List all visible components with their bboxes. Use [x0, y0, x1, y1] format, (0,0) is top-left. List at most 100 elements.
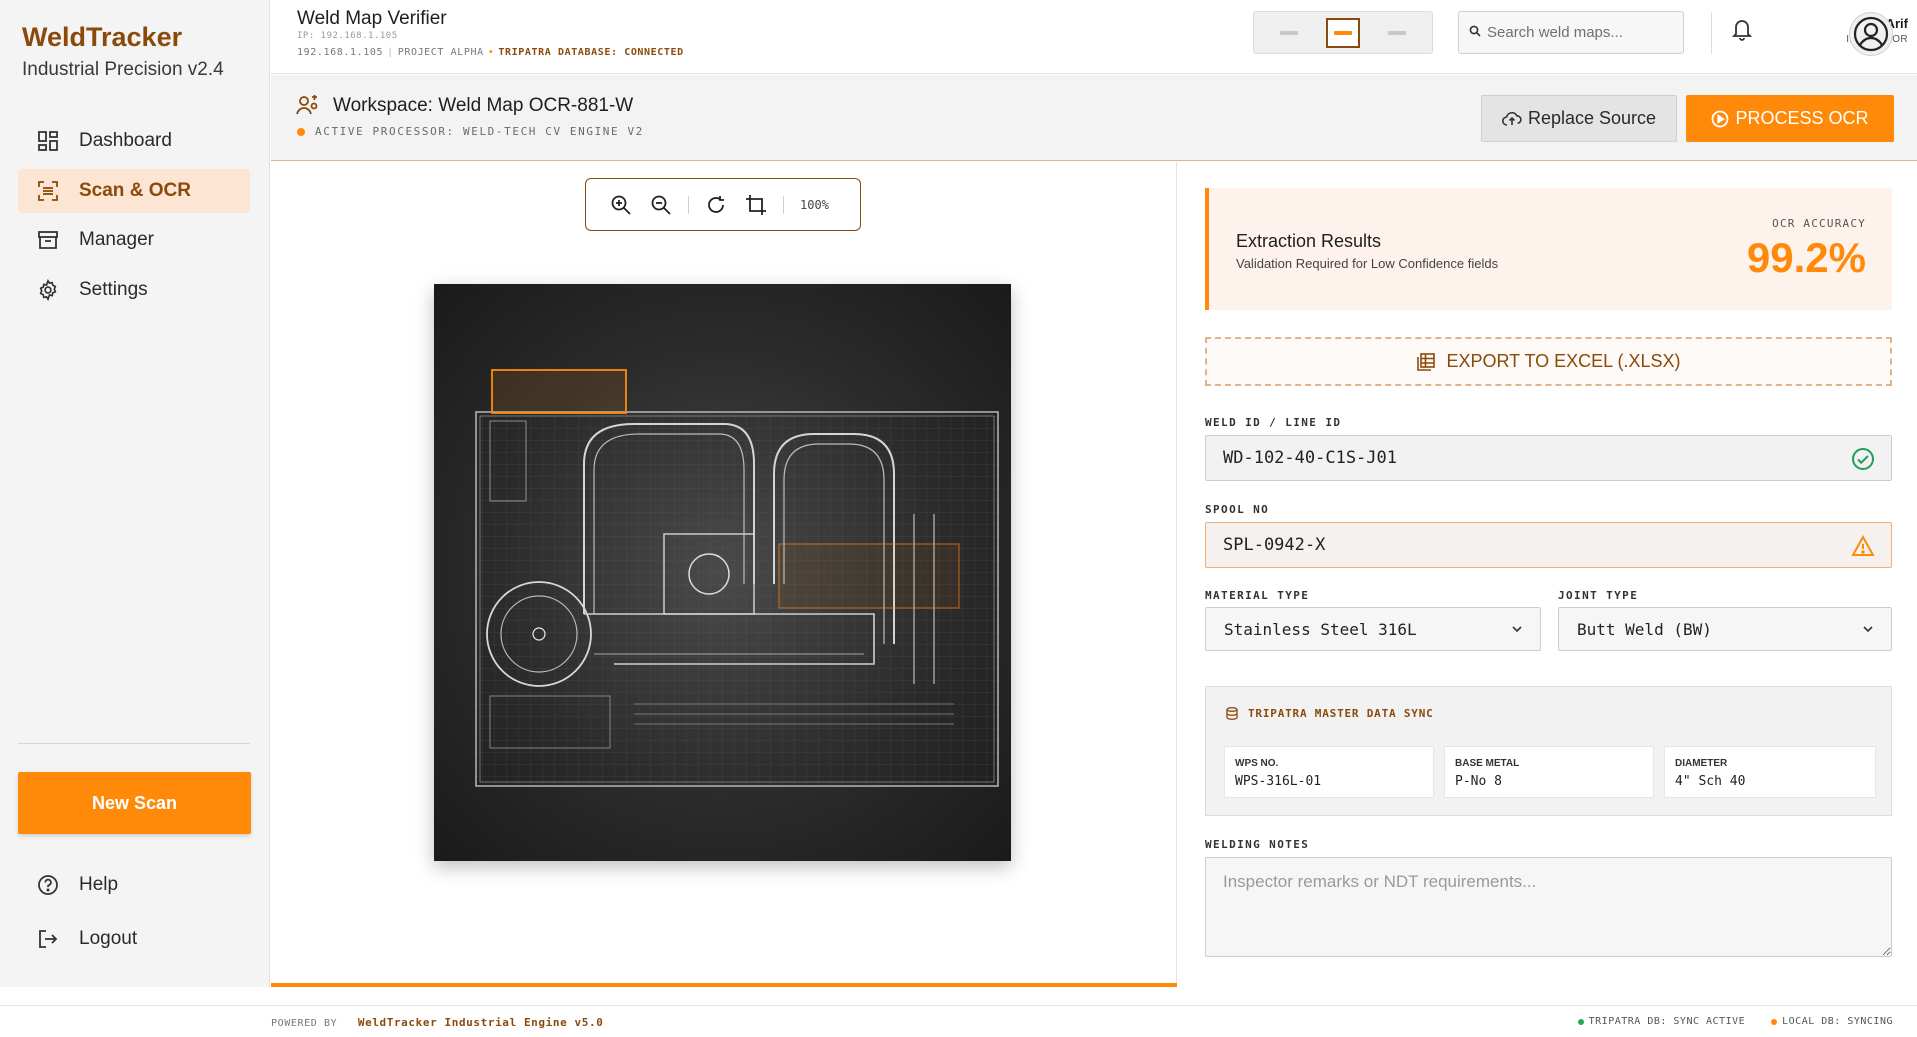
extraction-panel: Extraction Results Validation Required f…: [1178, 162, 1917, 987]
viewer-toolbar: 100%: [585, 178, 861, 231]
spool-field[interactable]: SPL-0942-X: [1205, 522, 1892, 568]
sidebar-item-label: Settings: [79, 279, 148, 300]
sidebar-item-settings[interactable]: Settings: [18, 268, 250, 312]
powered-by-label: POWERED BY: [271, 1018, 338, 1029]
sync-cell-value: WPS-316L-01: [1235, 774, 1322, 789]
help-link[interactable]: Help: [18, 865, 250, 905]
dashboard-icon: [36, 129, 60, 153]
search-box: [1458, 11, 1684, 54]
engine-name: WeldTracker Industrial Engine v5.0: [357, 1016, 604, 1029]
workers-icon: [295, 93, 321, 117]
logout-icon: [36, 927, 60, 951]
sidebar: WeldTracker Industrial Precision v2.4 Da…: [0, 0, 270, 987]
document-viewer: 100%: [271, 162, 1177, 987]
replace-source-label: Replace Source: [1527, 108, 1657, 128]
status-dot-green: [1577, 1018, 1584, 1025]
sync-title: TRIPATRA MASTER DATA SYNC: [1226, 707, 1434, 720]
search-icon: [1469, 24, 1481, 42]
ip-line: IP: 192.168.1.105: [297, 31, 398, 41]
sidebar-divider: [18, 743, 250, 744]
play-circle-icon: [1712, 110, 1729, 127]
sidebar-item-label: Manager: [79, 229, 154, 250]
sync-cell-label: DIAMETER: [1675, 758, 1728, 769]
viewer-progress-bar: [271, 983, 1177, 987]
status-dot-orange: [1771, 1018, 1778, 1025]
sidebar-item-scan-ocr[interactable]: Scan & OCR: [18, 169, 250, 213]
project-name: PROJECT ALPHA: [397, 47, 484, 58]
joint-label: JOINT TYPE: [1558, 589, 1639, 602]
help-icon: [36, 873, 60, 897]
local-sync-status: LOCAL DB: SYNCING: [1782, 1016, 1893, 1027]
app-title: Weld Map Verifier: [297, 8, 447, 29]
chevron-down-icon: [1863, 626, 1873, 633]
material-label: MATERIAL TYPE: [1205, 589, 1310, 602]
page-thumbnails: [1253, 11, 1433, 54]
toolbar-divider: [783, 195, 784, 214]
thumbnail-1[interactable]: [1272, 18, 1306, 48]
footer-status: TRIPATRA DB: SYNC ACTIVE LOCAL DB: SYNCI…: [1577, 1016, 1893, 1027]
replace-source-button[interactable]: Replace Source: [1481, 95, 1677, 142]
footer-powered-by: POWERED BY WeldTracker Industrial Engine…: [271, 1016, 603, 1029]
material-value: Stainless Steel 316L: [1224, 619, 1417, 639]
sidebar-item-manager[interactable]: Manager: [18, 218, 250, 262]
zoom-in-icon[interactable]: [608, 192, 634, 218]
process-ocr-label: PROCESS OCR: [1735, 108, 1869, 128]
processor-label: ACTIVE PROCESSOR: WELD-TECH CV ENGINE V2: [315, 125, 644, 138]
spool-value: SPL-0942-X: [1223, 535, 1326, 555]
workspace-title: Workspace: Weld Map OCR-881-W: [333, 95, 634, 116]
search-input[interactable]: [1487, 24, 1667, 41]
db-status: TRIPATRA DATABASE: CONNECTED: [498, 47, 684, 58]
chevron-down-icon: [1512, 626, 1522, 633]
new-scan-button[interactable]: New Scan: [18, 772, 251, 834]
ip-address: 192.168.1.105: [297, 47, 384, 58]
sync-cell-wps: WPS NO. WPS-316L-01: [1224, 746, 1434, 798]
avatar[interactable]: [1849, 12, 1893, 56]
notes-label: WELDING NOTES: [1205, 838, 1310, 851]
processor-status-dot: [297, 127, 305, 136]
warning-icon: [1851, 534, 1875, 558]
sync-cell-label: WPS NO.: [1235, 758, 1279, 769]
sidebar-item-dashboard[interactable]: Dashboard: [18, 119, 250, 163]
logout-link[interactable]: Logout: [18, 919, 250, 959]
material-select[interactable]: Stainless Steel 316L: [1205, 607, 1541, 651]
weld-id-label: WELD ID / LINE ID: [1205, 416, 1342, 429]
export-excel-button[interactable]: EXPORT TO EXCEL (.XLSX): [1205, 337, 1892, 386]
spreadsheet-icon: [1417, 352, 1436, 371]
extraction-results-card: Extraction Results Validation Required f…: [1205, 188, 1892, 310]
connection-meta: 192.168.1.105 | PROJECT ALPHA • TRIPATRA DAT…: [297, 47, 684, 58]
crop-icon[interactable]: [743, 192, 769, 218]
tripatra-sync-status: TRIPATRA DB: SYNC ACTIVE: [1588, 1016, 1746, 1027]
spool-label: SPOOL NO: [1205, 503, 1270, 516]
process-ocr-button[interactable]: PROCESS OCR: [1686, 95, 1894, 142]
weld-id-field[interactable]: WD-102-40-C1S-J01: [1205, 435, 1892, 481]
master-data-sync: TRIPATRA MASTER DATA SYNC WPS NO. WPS-31…: [1205, 686, 1892, 816]
logout-label: Logout: [79, 928, 138, 949]
sync-cell-diameter: DIAMETER 4" Sch 40: [1664, 746, 1876, 798]
export-label: EXPORT TO EXCEL (.XLSX): [1446, 351, 1681, 371]
welding-notes-input[interactable]: [1205, 857, 1892, 957]
sync-cell-base-metal: BASE METAL P-No 8: [1444, 746, 1654, 798]
cloud-upload-icon: [1501, 111, 1522, 126]
thumbnail-2[interactable]: [1326, 17, 1360, 48]
scan-icon: [36, 179, 60, 203]
gear-icon: [36, 278, 60, 302]
weld-map-image[interactable]: [434, 284, 1011, 861]
joint-select[interactable]: Butt Weld (BW): [1558, 607, 1892, 651]
bell-icon[interactable]: [1731, 17, 1755, 43]
sync-cell-value: 4" Sch 40: [1675, 774, 1746, 789]
header-divider: [1711, 12, 1712, 54]
active-processor: ACTIVE PROCESSOR: WELD-TECH CV ENGINE V2: [297, 125, 644, 138]
zoom-out-icon[interactable]: [648, 192, 674, 218]
check-circle-icon: [1851, 447, 1875, 471]
toolbar-divider: [688, 195, 689, 214]
database-icon: [1226, 707, 1238, 720]
weld-id-value: WD-102-40-C1S-J01: [1223, 448, 1397, 468]
accuracy-label: OCR ACCURACY: [1772, 217, 1866, 230]
rotate-icon[interactable]: [703, 192, 729, 218]
thumbnail-3[interactable]: [1380, 18, 1414, 48]
status-footer: POWERED BY WeldTracker Industrial Engine…: [0, 1005, 1917, 1037]
zoom-level: 100%: [800, 197, 829, 212]
blueprint-drawing: [475, 369, 999, 787]
sync-cell-value: P-No 8: [1455, 774, 1502, 789]
help-label: Help: [79, 874, 119, 895]
